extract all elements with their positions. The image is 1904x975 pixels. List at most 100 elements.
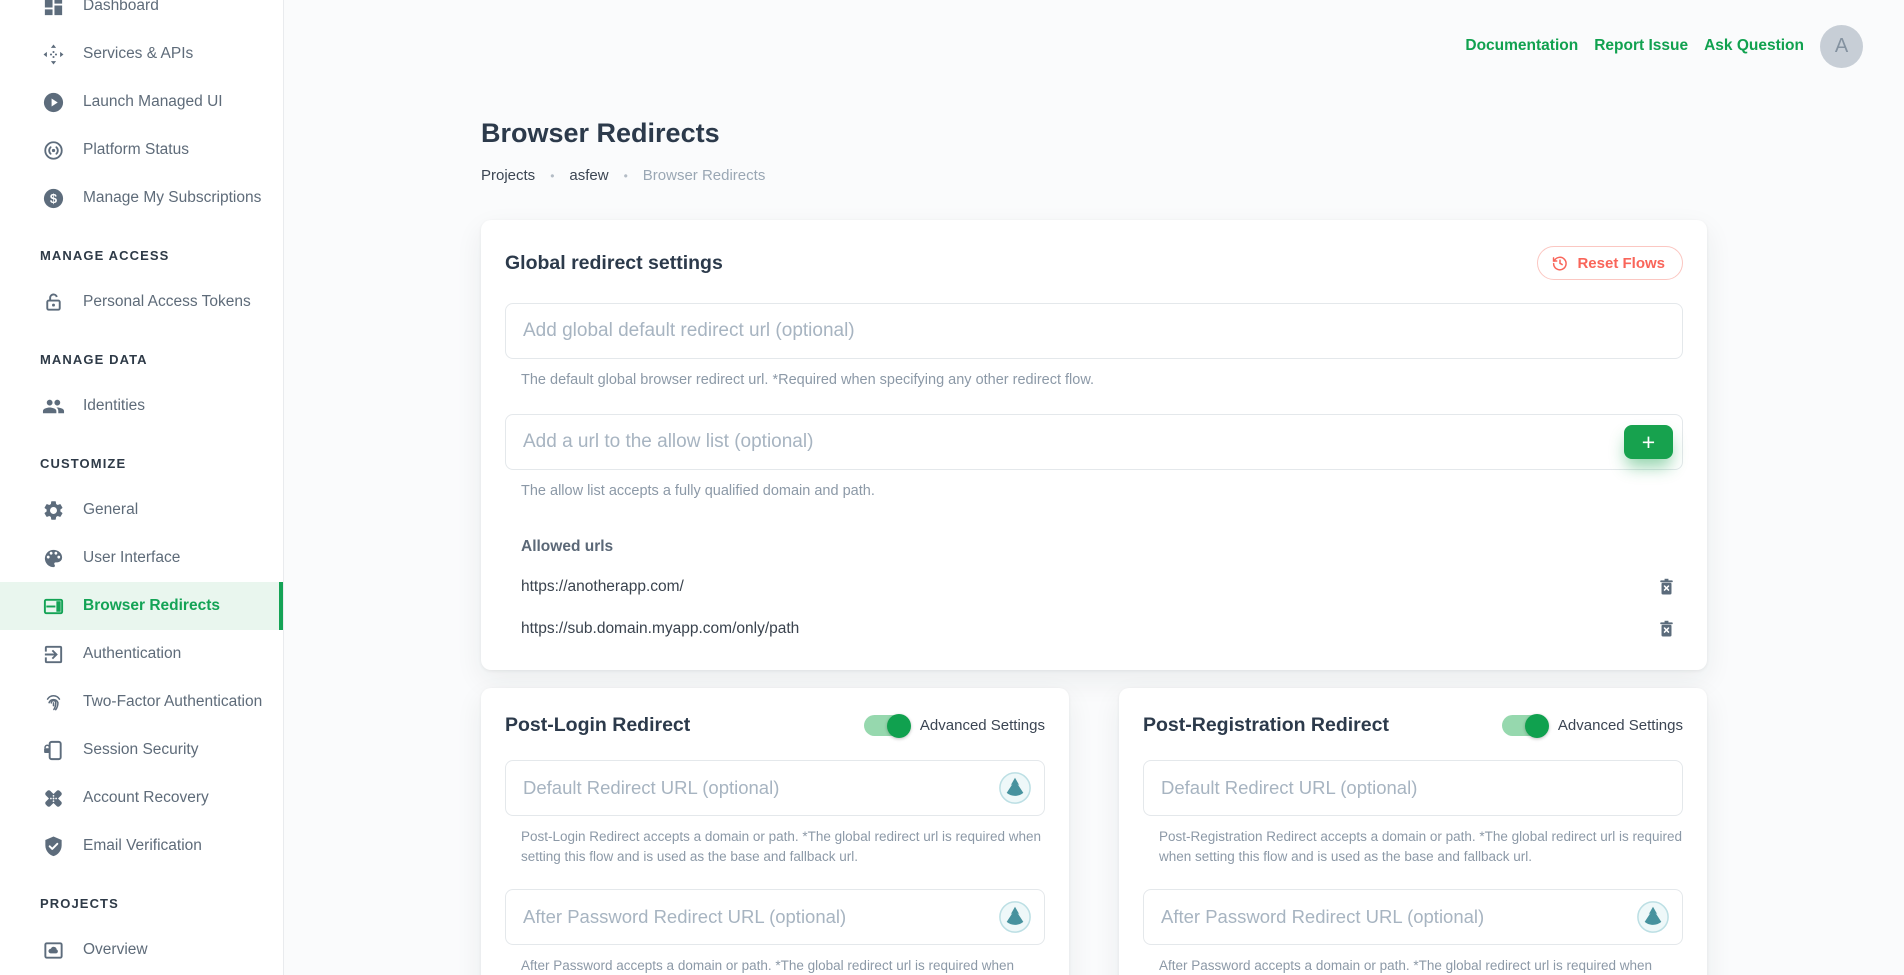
post-registration-default-field-group: Post-Registration Redirect accepts a dom…: [1143, 760, 1683, 866]
breadcrumb: Projects • asfew • Browser Redirects: [481, 167, 1707, 184]
dollar-circle-icon: $: [42, 187, 65, 210]
sidebar-item-platform-status[interactable]: Platform Status: [0, 126, 283, 174]
sidebar-item-browser-redirects[interactable]: Browser Redirects: [0, 582, 283, 630]
allowed-urls-title: Allowed urls: [521, 538, 1683, 556]
advanced-settings-toggle[interactable]: [1502, 715, 1547, 736]
post-registration-default-help: Post-Registration Redirect accepts a dom…: [1159, 827, 1683, 866]
page-content: Browser Redirects Projects • asfew • Bro…: [481, 118, 1707, 975]
sidebar-item-session-security[interactable]: Session Security: [0, 726, 283, 774]
sidebar: Dashboard Services & APIs Launch Managed…: [0, 0, 284, 975]
sidebar-item-label: Services & APIs: [83, 45, 193, 63]
post-registration-after-password-field-group: After Password accepts a domain or path.…: [1143, 889, 1683, 975]
phone-lock-icon: [42, 739, 65, 762]
play-circle-icon: [42, 91, 65, 114]
allowed-url-text: https://sub.domain.myapp.com/only/path: [521, 620, 799, 638]
sidebar-item-launch-managed-ui[interactable]: Launch Managed UI: [0, 78, 283, 126]
sidebar-item-manage-subscriptions[interactable]: $ Manage My Subscriptions: [0, 174, 283, 222]
documentation-link[interactable]: Documentation: [1465, 37, 1578, 55]
sidebar-item-services-apis[interactable]: Services & APIs: [0, 30, 283, 78]
sidebar-item-email-verification[interactable]: Email Verification: [0, 822, 283, 870]
avatar[interactable]: A: [1820, 25, 1863, 68]
sidebar-item-user-interface[interactable]: User Interface: [0, 534, 283, 582]
sidebar-item-label: General: [83, 501, 138, 519]
advanced-settings-toggle[interactable]: [864, 715, 909, 736]
post-login-after-password-field-group: After Password accepts a domain or path.…: [505, 889, 1045, 975]
healing-icon: [42, 787, 65, 810]
reset-flows-button[interactable]: Reset Flows: [1537, 246, 1683, 280]
sidebar-item-authentication[interactable]: Authentication: [0, 630, 283, 678]
avatar-initial: A: [1835, 35, 1848, 58]
sidebar-section-manage-access: MANAGE ACCESS: [0, 222, 283, 278]
sidebar-item-personal-access-tokens[interactable]: Personal Access Tokens: [0, 278, 283, 326]
plus-icon: +: [1642, 429, 1655, 455]
ask-question-link[interactable]: Ask Question: [1704, 37, 1804, 55]
allow-list-field-group: + The allow list accepts a fully qualifi…: [505, 414, 1683, 502]
main-area: Documentation Report Issue Ask Question …: [284, 0, 1904, 975]
overview-image-icon: [42, 939, 65, 962]
delete-url-button[interactable]: [1656, 576, 1677, 598]
post-registration-redirect-card: Post-Registration Redirect Advanced Sett…: [1119, 688, 1707, 975]
page-title: Browser Redirects: [481, 118, 1707, 149]
post-login-default-help: Post-Login Redirect accepts a domain or …: [521, 827, 1045, 866]
add-url-button[interactable]: +: [1624, 425, 1673, 459]
sidebar-item-identities[interactable]: Identities: [0, 382, 283, 430]
svg-text:$: $: [50, 191, 57, 206]
sidebar-item-label: Session Security: [83, 741, 198, 759]
post-registration-after-password-url-input[interactable]: [1143, 889, 1683, 945]
post-login-after-password-url-input[interactable]: [505, 889, 1045, 945]
advanced-settings-label: Advanced Settings: [920, 717, 1045, 734]
sidebar-item-label: Authentication: [83, 645, 181, 663]
report-issue-link[interactable]: Report Issue: [1594, 37, 1688, 55]
breadcrumb-project-name[interactable]: asfew: [569, 167, 608, 184]
sidebar-item-two-factor-authentication[interactable]: Two-Factor Authentication: [0, 678, 283, 726]
post-registration-card-title: Post-Registration Redirect: [1143, 714, 1389, 737]
global-redirect-settings-card: Global redirect settings Reset Flows The…: [481, 220, 1707, 670]
trash-icon: [1656, 586, 1677, 601]
fingerprint-icon: [42, 691, 65, 714]
sidebar-item-label: Overview: [83, 941, 148, 959]
sidebar-item-label: Dashboard: [83, 0, 159, 15]
global-default-url-help: The default global browser redirect url.…: [521, 370, 1683, 391]
exit-to-app-icon: [42, 643, 65, 666]
post-login-default-field-group: Post-Login Redirect accepts a domain or …: [505, 760, 1045, 866]
allow-list-url-input[interactable]: [505, 414, 1683, 470]
allowed-url-row: https://sub.domain.myapp.com/only/path: [521, 618, 1683, 640]
shield-check-icon: [42, 835, 65, 858]
allowed-url-text: https://anotherapp.com/: [521, 578, 684, 596]
sidebar-item-label: Platform Status: [83, 141, 189, 159]
sidebar-section-customize: CUSTOMIZE: [0, 430, 283, 486]
history-icon: [1551, 254, 1569, 272]
post-login-redirect-card: Post-Login Redirect Advanced Settings: [481, 688, 1069, 975]
post-login-after-password-help: After Password accepts a domain or path.…: [521, 956, 1045, 975]
advanced-settings-label: Advanced Settings: [1558, 717, 1683, 734]
services-dpad-icon: [42, 43, 65, 66]
padlock-icon: [42, 291, 65, 314]
breadcrumb-separator: •: [550, 169, 554, 183]
autofill-mountain-icon[interactable]: [1636, 900, 1670, 934]
global-default-url-field-group: The default global browser redirect url.…: [505, 303, 1683, 391]
sidebar-item-account-recovery[interactable]: Account Recovery: [0, 774, 283, 822]
allow-list-help: The allow list accepts a fully qualified…: [521, 481, 1683, 502]
dashboard-icon: [42, 0, 65, 18]
sidebar-item-label: Browser Redirects: [83, 597, 220, 615]
breadcrumb-projects[interactable]: Projects: [481, 167, 535, 184]
breadcrumb-current: Browser Redirects: [643, 167, 766, 184]
sidebar-item-general[interactable]: General: [0, 486, 283, 534]
sidebar-nav: Dashboard Services & APIs Launch Managed…: [0, 0, 283, 974]
sidebar-item-dashboard[interactable]: Dashboard: [0, 0, 283, 30]
post-registration-default-url-input[interactable]: [1143, 760, 1683, 816]
post-login-default-url-input[interactable]: [505, 760, 1045, 816]
sidebar-item-label: Launch Managed UI: [83, 93, 223, 111]
sidebar-item-label: Two-Factor Authentication: [83, 693, 262, 711]
gear-icon: [42, 499, 65, 522]
sidebar-section-manage-data: MANAGE DATA: [0, 326, 283, 382]
global-default-url-input[interactable]: [505, 303, 1683, 359]
palette-icon: [42, 547, 65, 570]
trash-icon: [1656, 628, 1677, 643]
sidebar-section-projects: PROJECTS: [0, 870, 283, 926]
delete-url-button[interactable]: [1656, 618, 1677, 640]
autofill-mountain-icon[interactable]: [998, 900, 1032, 934]
breadcrumb-separator: •: [624, 169, 628, 183]
sidebar-item-overview[interactable]: Overview: [0, 926, 283, 974]
autofill-mountain-icon[interactable]: [998, 771, 1032, 805]
